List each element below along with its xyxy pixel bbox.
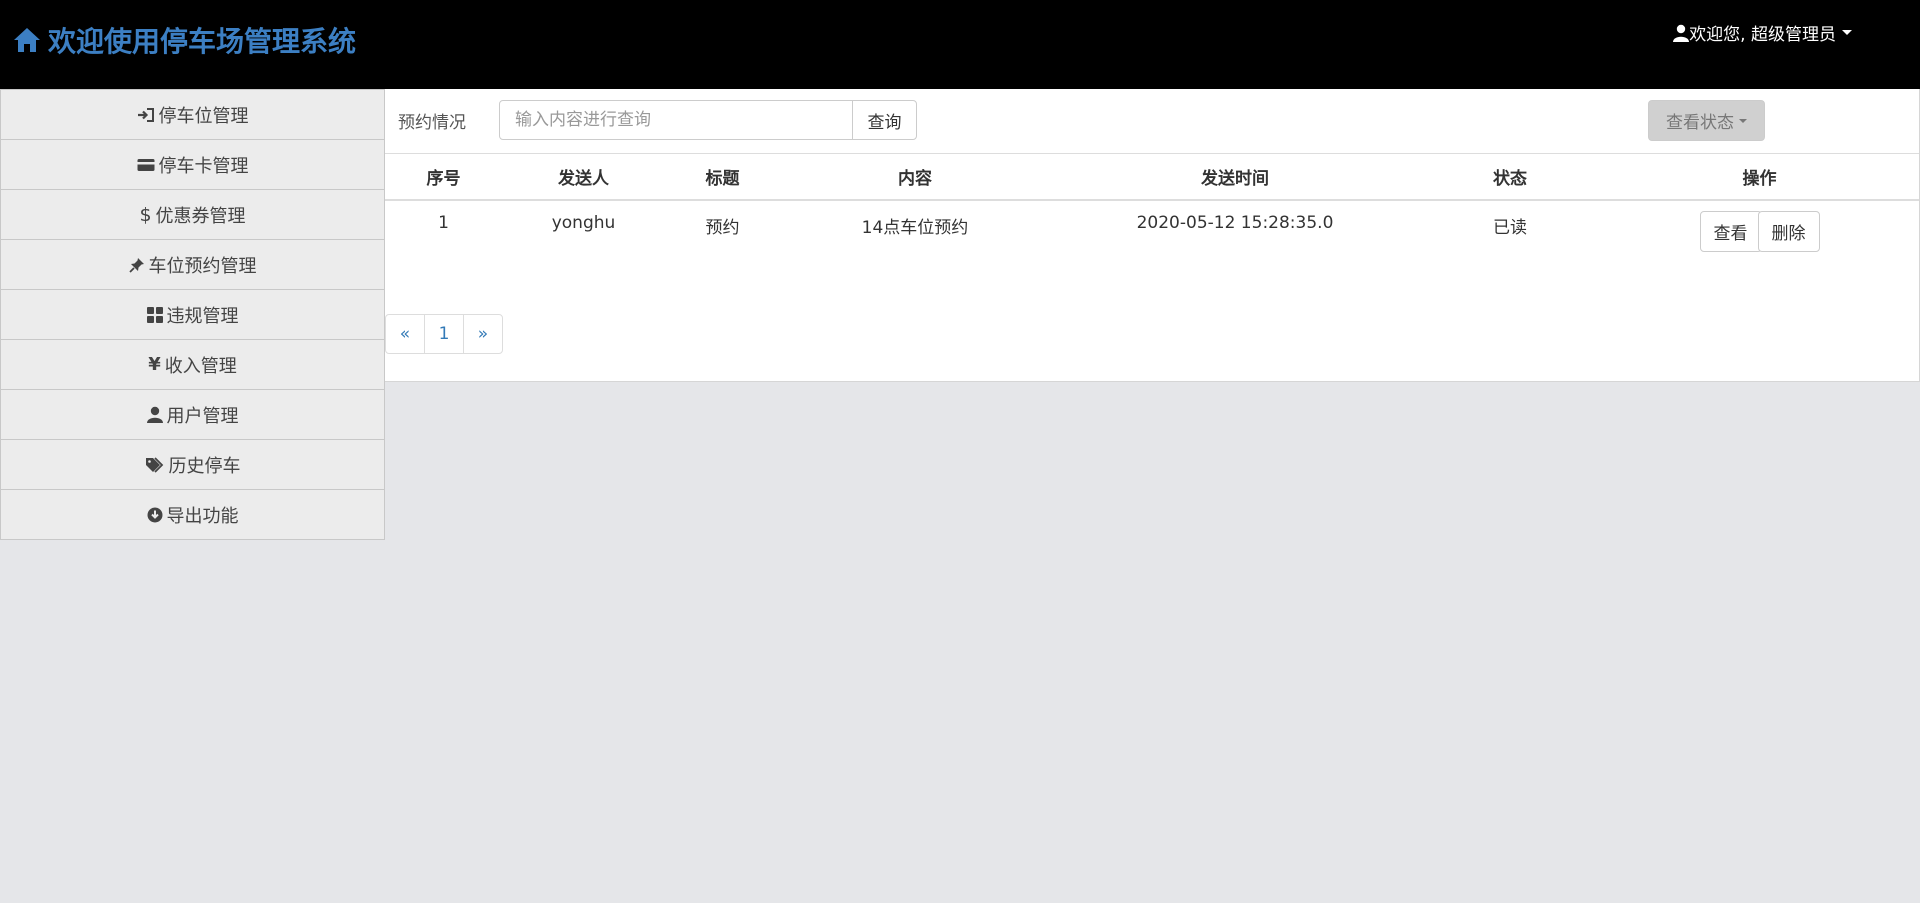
- home-icon: [12, 26, 42, 54]
- column-header: 发送人: [502, 154, 665, 201]
- sidebar-item-violation[interactable]: 违规管理: [0, 290, 385, 340]
- cell-content: 14点车位预约: [861, 218, 969, 238]
- cell-sender: yonghu: [551, 213, 616, 233]
- user-label: 欢迎您, 超级管理员: [1689, 25, 1836, 45]
- pagination-prev[interactable]: «: [385, 314, 425, 354]
- cell-time: 2020-05-12 15:28:35.0: [1136, 213, 1334, 233]
- sidebar: 停车位管理 停车卡管理 $ 优惠券管理 车位预约管理 违规管理 ¥ 收入管理 用…: [0, 89, 385, 540]
- tags-icon: [145, 456, 165, 473]
- pagination-next[interactable]: »: [463, 314, 503, 354]
- sidebar-item-label: 停车卡管理: [158, 155, 249, 177]
- sidebar-item-coupon[interactable]: $ 优惠券管理: [0, 190, 385, 240]
- sidebar-item-history[interactable]: 历史停车: [0, 440, 385, 490]
- delete-button[interactable]: 删除: [1757, 211, 1820, 252]
- brand-title: 欢迎使用停车场管理系统: [48, 25, 357, 58]
- cell-index: 1: [438, 213, 449, 233]
- sidebar-item-label: 导出功能: [166, 505, 239, 527]
- top-navbar: 欢迎使用停车场管理系统 欢迎您, 超级管理员: [0, 0, 1920, 89]
- view-button[interactable]: 查看: [1699, 211, 1762, 252]
- download-icon: [147, 507, 163, 523]
- credit-card-icon: [137, 158, 155, 172]
- cell-title: 预约: [705, 218, 740, 238]
- user-menu[interactable]: 欢迎您, 超级管理员: [1673, 20, 1852, 45]
- sidebar-item-label: 用户管理: [166, 405, 239, 427]
- sidebar-item-label: 违规管理: [166, 305, 239, 327]
- brand[interactable]: 欢迎使用停车场管理系统: [12, 20, 356, 60]
- sidebar-item-income[interactable]: ¥ 收入管理: [0, 340, 385, 390]
- pushpin-icon: [128, 257, 145, 273]
- main-panel: 预约情况 查询 查看状态 序号 发送人 标题 内容 发送时间 状态 操作 1: [385, 89, 1920, 382]
- column-header: 操作: [1600, 154, 1919, 201]
- chevron-down-icon: [1739, 118, 1747, 123]
- reservation-table: 序号 发送人 标题 内容 发送时间 状态 操作 1 yonghu 预约 14点车…: [385, 154, 1919, 254]
- cell-status: 已读: [1493, 218, 1527, 238]
- pagination: « 1 »: [385, 314, 503, 354]
- column-header: 标题: [665, 154, 780, 201]
- sidebar-item-export[interactable]: 导出功能: [0, 490, 385, 540]
- table-header-row: 序号 发送人 标题 内容 发送时间 状态 操作: [385, 154, 1919, 201]
- sidebar-item-users[interactable]: 用户管理: [0, 390, 385, 440]
- user-icon: [146, 406, 163, 423]
- sidebar-item-parking-space[interactable]: 停车位管理: [0, 89, 385, 140]
- yen-icon: ¥: [148, 354, 161, 375]
- sidebar-item-label: 优惠券管理: [155, 205, 246, 227]
- cell-actions: 查看 删除: [1600, 200, 1919, 254]
- status-dropdown-button[interactable]: 查看状态: [1648, 100, 1765, 141]
- column-header: 发送时间: [1050, 154, 1420, 201]
- column-header: 状态: [1420, 154, 1600, 201]
- column-header: 内容: [780, 154, 1050, 201]
- search-input[interactable]: [499, 100, 853, 140]
- query-button[interactable]: 查询: [852, 100, 917, 140]
- sidebar-item-parking-card[interactable]: 停车卡管理: [0, 140, 385, 190]
- sidebar-item-label: 历史停车: [168, 455, 241, 477]
- th-large-icon: [146, 306, 163, 323]
- table-row: 1 yonghu 预约 14点车位预约 2020-05-12 15:28:35.…: [385, 200, 1919, 254]
- sidebar-item-label: 收入管理: [164, 355, 237, 377]
- sidebar-item-label: 车位预约管理: [148, 255, 257, 277]
- sign-in-icon: [137, 107, 155, 123]
- user-icon: [1673, 24, 1690, 42]
- sidebar-item-label: 停车位管理: [158, 105, 249, 127]
- dollar-icon: $: [139, 203, 152, 226]
- column-header: 序号: [385, 154, 502, 201]
- sidebar-item-reservation[interactable]: 车位预约管理: [0, 240, 385, 290]
- toolbar: 预约情况 查询 查看状态: [385, 89, 1919, 154]
- pagination-page-1[interactable]: 1: [424, 314, 464, 354]
- status-dropdown-label: 查看状态: [1666, 113, 1734, 133]
- section-title: 预约情况: [398, 113, 466, 133]
- chevron-down-icon: [1842, 30, 1852, 35]
